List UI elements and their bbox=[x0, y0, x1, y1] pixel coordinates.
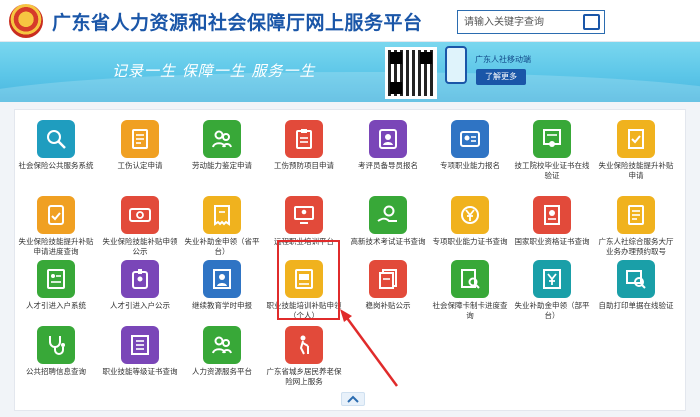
service-tile[interactable]: 工伤预防项目申请 bbox=[263, 110, 345, 178]
service-label: 公共招聘信息查询 bbox=[26, 367, 86, 376]
badge-icon bbox=[121, 260, 159, 298]
search-person-icon bbox=[37, 120, 75, 158]
monitor-person-icon bbox=[285, 196, 323, 234]
collapse-button[interactable] bbox=[341, 392, 365, 406]
banner-wave bbox=[0, 72, 700, 102]
service-label: 社会保障卡制卡进度查询 bbox=[432, 301, 508, 320]
service-tile[interactable]: 失业保险技能提升补贴申请进度查询 bbox=[15, 186, 97, 256]
service-label: 稳岗补贴公示 bbox=[365, 301, 411, 310]
document-list-icon bbox=[121, 120, 159, 158]
clipboard-icon bbox=[285, 120, 323, 158]
service-tile[interactable]: 专项职业能力报名 bbox=[429, 110, 511, 178]
stamp-search-icon bbox=[617, 260, 655, 298]
service-tile[interactable]: 劳动能力鉴定申请 bbox=[181, 110, 263, 178]
people-icon bbox=[203, 120, 241, 158]
person-doc-icon bbox=[203, 260, 241, 298]
search-input[interactable] bbox=[458, 11, 580, 33]
site-title: 广东省人力资源和社会保障厅网上服务平台 bbox=[52, 12, 423, 34]
mobile-label: 广东人社移动端 bbox=[475, 55, 531, 64]
service-label: 自助打印单据在线验证 bbox=[598, 301, 674, 310]
service-tile[interactable]: 高新技术考试证书查询 bbox=[347, 186, 429, 254]
document-list-icon bbox=[617, 196, 655, 234]
id-card-icon bbox=[369, 120, 407, 158]
certificate-icon bbox=[533, 120, 571, 158]
profile-card-icon bbox=[451, 120, 489, 158]
certificate-doc-icon bbox=[533, 196, 571, 234]
chevron-up-icon bbox=[347, 395, 359, 403]
mobile-phone-icon bbox=[445, 46, 467, 84]
service-label: 人才引进入户公示 bbox=[110, 301, 170, 310]
service-tile[interactable]: 自助打印单据在线验证 bbox=[595, 250, 677, 318]
service-tile[interactable]: 失业保险技能提升补贴申请 bbox=[595, 110, 677, 180]
form-icon bbox=[37, 260, 75, 298]
service-tile[interactable]: 稳岗补贴公示 bbox=[347, 250, 429, 318]
highlight-box bbox=[277, 240, 340, 320]
yuan-doc-icon bbox=[533, 260, 571, 298]
service-tile[interactable]: 公共招聘信息查询 bbox=[15, 316, 97, 384]
service-label: 技工院校毕业证书在线验证 bbox=[514, 161, 590, 180]
search-box bbox=[457, 10, 605, 34]
service-label: 人才引进入户系统 bbox=[26, 301, 86, 310]
service-tile[interactable]: 工伤认定申请 bbox=[99, 110, 181, 178]
service-label: 人力资源服务平台 bbox=[192, 367, 252, 376]
more-button[interactable]: 了解更多 bbox=[476, 69, 526, 85]
service-tile[interactable]: 失业保险技能补贴申领公示 bbox=[99, 186, 181, 256]
service-label: 高新技术考试证书查询 bbox=[350, 237, 426, 246]
qr-code-icon bbox=[385, 47, 437, 99]
document-check-icon bbox=[617, 120, 655, 158]
services-panel: 社会保险公共服务系统 工伤认定申请 劳动能力鉴定申请 工伤预防项目申请 考评员备导员报名… bbox=[14, 109, 686, 411]
search-doc-icon bbox=[451, 260, 489, 298]
service-label: 社会保险公共服务系统 bbox=[18, 161, 94, 170]
receipt-icon bbox=[203, 196, 241, 234]
service-label: 职业技能等级证书查询 bbox=[102, 367, 178, 376]
banner-slogan: 记录一生 保障一生 服务一生 bbox=[112, 62, 316, 80]
service-tile[interactable]: 人才引进入户系统 bbox=[15, 250, 97, 318]
list-doc-icon bbox=[121, 326, 159, 364]
service-tile[interactable]: 失业补助金申领（省平台） bbox=[181, 186, 263, 256]
service-tile[interactable]: 考评员备导员报名 bbox=[347, 110, 429, 178]
service-label: 专项职业能力报名 bbox=[440, 161, 500, 170]
service-label: 考评员备导员报名 bbox=[358, 161, 418, 170]
site-header: 广东省人力资源和社会保障厅网上服务平台 bbox=[0, 0, 700, 42]
pages-icon bbox=[369, 260, 407, 298]
service-label: 继续教育学时申报 bbox=[192, 301, 252, 310]
service-label: 国家职业资格证书查询 bbox=[514, 237, 590, 246]
service-label: 失业补助金申领（部平台） bbox=[514, 301, 590, 320]
service-tile[interactable]: 社会保险公共服务系统 bbox=[15, 110, 97, 178]
service-tile[interactable]: 社会保障卡制卡进度查询 bbox=[429, 250, 511, 320]
service-tile[interactable]: 国家职业资格证书查询 bbox=[511, 186, 593, 254]
yuan-coin-icon bbox=[451, 196, 489, 234]
elderly-icon bbox=[285, 326, 323, 364]
emblem-logo bbox=[9, 4, 43, 38]
services-grid: 社会保险公共服务系统 工伤认定申请 劳动能力鉴定申请 工伤预防项目申请 考评员备导员报名… bbox=[15, 110, 687, 392]
money-card-icon bbox=[121, 196, 159, 234]
service-tile[interactable]: 技工院校毕业证书在线验证 bbox=[511, 110, 593, 180]
service-label: 广东省城乡居民养老保险网上服务 bbox=[266, 367, 342, 386]
service-label: 失业保险技能提升补贴申请 bbox=[598, 161, 674, 180]
banner: 记录一生 保障一生 服务一生 广东人社移动端 了解更多 bbox=[0, 42, 700, 102]
service-tile[interactable]: 广东人社综合服务大厅业务办理预约取号 bbox=[595, 186, 677, 256]
service-tile[interactable]: 专项职业能力证书查询 bbox=[429, 186, 511, 254]
service-label: 劳动能力鉴定申请 bbox=[192, 161, 252, 170]
stethoscope-icon bbox=[37, 326, 75, 364]
hand-coin-icon bbox=[369, 196, 407, 234]
service-tile[interactable]: 广东省城乡居民养老保险网上服务 bbox=[263, 316, 345, 386]
service-tile[interactable]: 职业技能等级证书查询 bbox=[99, 316, 181, 384]
people-icon bbox=[203, 326, 241, 364]
service-tile[interactable]: 人力资源服务平台 bbox=[181, 316, 263, 384]
service-tile[interactable]: 失业补助金申领（部平台） bbox=[511, 250, 593, 320]
service-label: 专项职业能力证书查询 bbox=[432, 237, 508, 246]
tablet-check-icon bbox=[37, 196, 75, 234]
service-tile[interactable]: 继续教育学时申报 bbox=[181, 250, 263, 318]
search-button[interactable] bbox=[583, 14, 600, 30]
service-label: 工伤认定申请 bbox=[117, 161, 163, 170]
service-tile[interactable]: 人才引进入户公示 bbox=[99, 250, 181, 318]
service-label: 工伤预防项目申请 bbox=[274, 161, 334, 170]
